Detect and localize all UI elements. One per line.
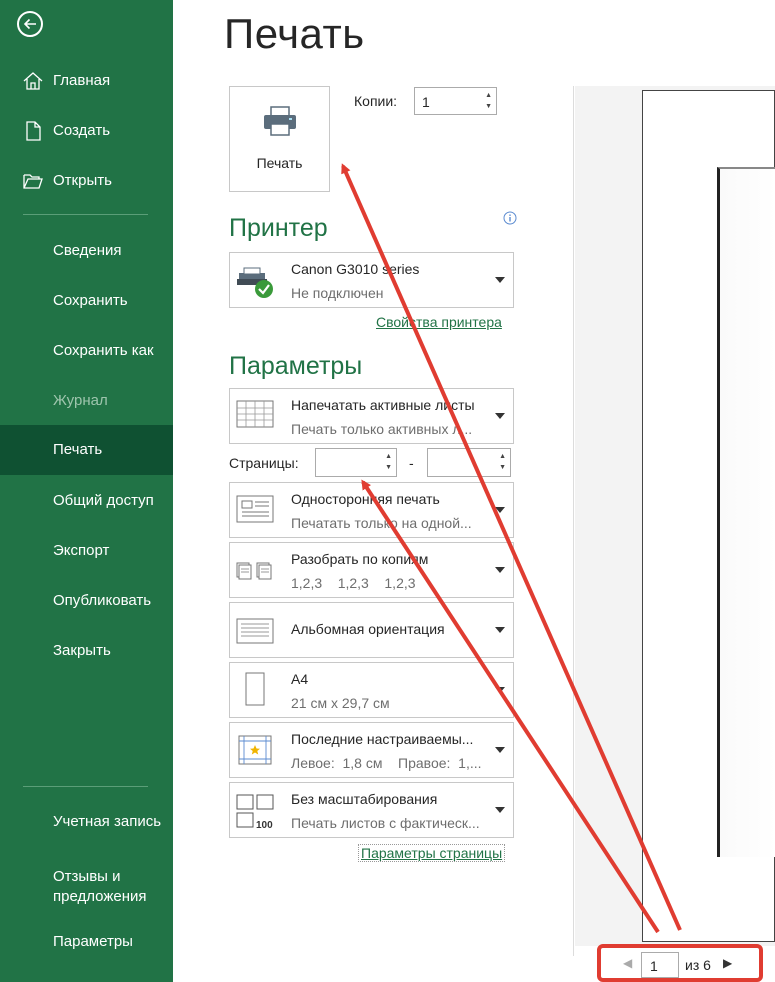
annotation-arrow-to-print (341, 163, 682, 931)
annotation-overlay (341, 163, 763, 982)
annotation-highlight-box (597, 944, 763, 982)
